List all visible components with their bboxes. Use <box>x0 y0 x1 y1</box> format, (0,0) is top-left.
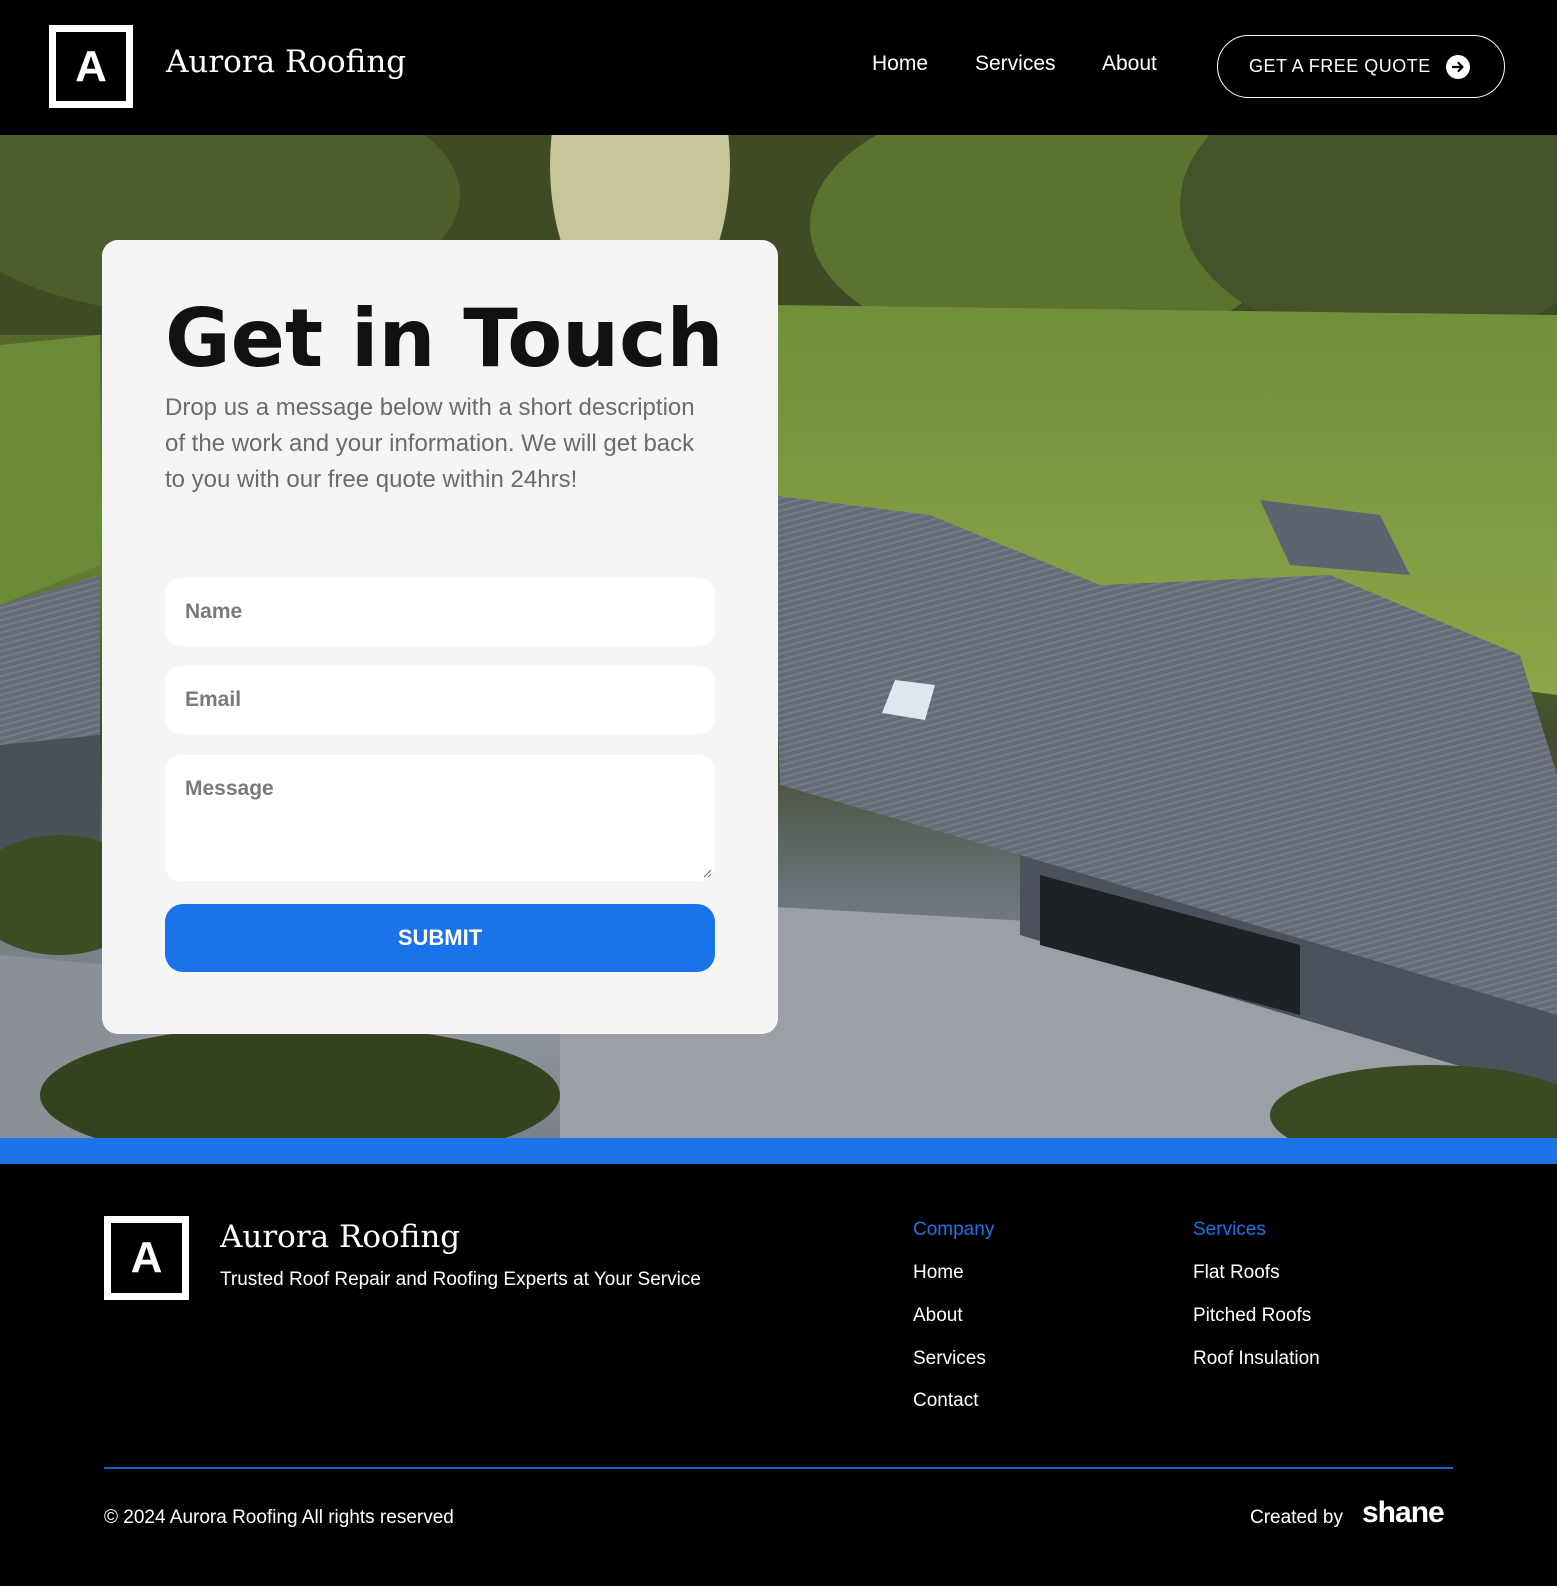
footer-link-flat-roofs[interactable]: Flat Roofs <box>1193 1262 1280 1284</box>
footer-link-pitched-roofs[interactable]: Pitched Roofs <box>1193 1305 1311 1327</box>
resize-handle-icon[interactable] <box>702 868 712 878</box>
footer-link-services[interactable]: Services <box>913 1348 986 1370</box>
contact-description: Drop us a message below with a short des… <box>165 394 695 493</box>
creator-logo[interactable]: shane <box>1362 1496 1445 1530</box>
site-footer: A Aurora Roofing Trusted Roof Repair and… <box>0 1164 1557 1586</box>
footer-logo[interactable]: A <box>104 1216 189 1300</box>
logo-letter: A <box>75 41 107 91</box>
copyright-text: © 2024 Aurora Roofing All rights reserve… <box>104 1507 454 1528</box>
created-by-text: Created by <box>1250 1507 1343 1528</box>
footer-tagline: Trusted Roof Repair and Roofing Experts … <box>220 1269 701 1290</box>
accent-divider <box>0 1138 1557 1164</box>
footer-divider <box>104 1467 1453 1469</box>
footer-logo-letter: A <box>130 1233 163 1282</box>
footer-company-heading: Company <box>913 1219 995 1240</box>
logo[interactable]: A <box>49 25 133 108</box>
contact-title: Get in Touch <box>165 292 724 385</box>
footer-link-home[interactable]: Home <box>913 1262 964 1284</box>
email-input[interactable] <box>165 666 715 734</box>
footer-link-contact[interactable]: Contact <box>913 1390 978 1412</box>
get-quote-button[interactable]: GET A FREE QUOTE <box>1217 35 1505 98</box>
get-quote-label: GET A FREE QUOTE <box>1249 56 1431 76</box>
hero-image: Get in Touch Drop us a message below wit… <box>0 135 1557 1138</box>
footer-link-roof-insulation[interactable]: Roof Insulation <box>1193 1348 1320 1370</box>
footer-link-about[interactable]: About <box>913 1305 963 1327</box>
contact-card: Get in Touch Drop us a message below wit… <box>102 240 778 1034</box>
nav-about[interactable]: About <box>1102 52 1157 76</box>
nav-services[interactable]: Services <box>975 52 1056 76</box>
brand-name[interactable]: Aurora Roofing <box>166 44 406 80</box>
message-textarea[interactable] <box>165 755 715 881</box>
footer-services-heading: Services <box>1193 1219 1266 1240</box>
footer-brand-name: Aurora Roofing <box>220 1219 461 1255</box>
site-header: A Aurora Roofing Home Services About GET… <box>0 0 1557 135</box>
name-input[interactable] <box>165 578 715 646</box>
arrow-right-circle-icon <box>1446 55 1470 79</box>
nav-home[interactable]: Home <box>872 52 928 76</box>
submit-button[interactable]: SUBMIT <box>165 904 715 972</box>
